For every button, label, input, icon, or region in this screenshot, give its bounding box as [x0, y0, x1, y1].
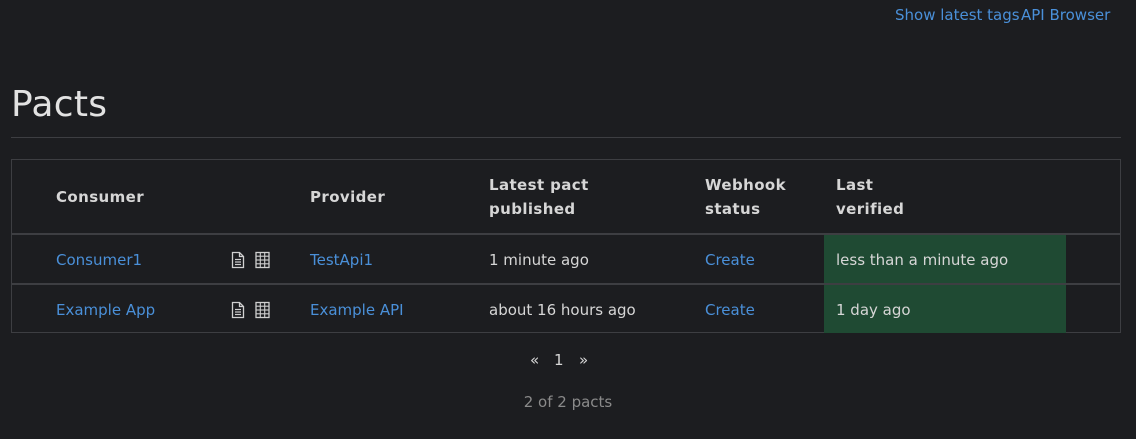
page: Show latest tags API Browser Pacts Consu… — [0, 0, 1136, 439]
provider-cell: Example API — [310, 285, 404, 333]
document-icon[interactable] — [231, 301, 245, 319]
next-page-button[interactable]: » — [579, 351, 588, 369]
webhook-cell: Create — [705, 235, 755, 283]
provider-link[interactable]: TestApi1 — [310, 251, 373, 269]
consumer-link[interactable]: Consumer1 — [56, 251, 142, 269]
last-verified-text: less than a minute ago — [836, 251, 1009, 269]
document-icon[interactable] — [231, 251, 245, 269]
page-1-button[interactable]: 1 — [554, 351, 564, 369]
pacts-table: Consumer Provider Latest pact published … — [11, 159, 1121, 333]
last-verified-text: 1 day ago — [836, 301, 911, 319]
header-provider[interactable]: Provider — [310, 185, 385, 209]
latest-pact-cell: about 16 hours ago — [489, 301, 636, 319]
table-row: Consumer1 TestApi1 1 minute ago Create l… — [12, 235, 1120, 283]
header-webhook-line1: Webhook — [705, 176, 786, 194]
header-consumer[interactable]: Consumer — [56, 185, 144, 209]
consumer-cell: Example App — [56, 285, 155, 333]
pact-count: 2 of 2 pacts — [523, 393, 613, 411]
last-verified-cell: less than a minute ago — [824, 235, 1066, 283]
header-verified-line2: verified — [836, 200, 905, 218]
webhook-cell: Create — [705, 285, 755, 333]
api-browser-link[interactable]: API Browser — [1021, 6, 1110, 24]
pagination: « 1 » — [0, 351, 1136, 375]
create-webhook-link[interactable]: Create — [705, 301, 755, 319]
previous-page-button[interactable]: « — [530, 351, 539, 369]
create-webhook-link[interactable]: Create — [705, 251, 755, 269]
matrix-icon[interactable] — [255, 301, 270, 319]
page-title: Pacts — [11, 84, 108, 125]
header-webhook-status[interactable]: Webhook status — [705, 173, 786, 221]
matrix-icon[interactable] — [255, 251, 270, 269]
consumer-link[interactable]: Example App — [56, 301, 155, 319]
latest-pact-cell: 1 minute ago — [489, 251, 589, 269]
header-webhook-line2: status — [705, 200, 761, 218]
header-verified-line1: Last — [836, 176, 874, 194]
header-latest-pact[interactable]: Latest pact published — [489, 173, 589, 221]
table-row: Example App Example API about 16 hours a… — [12, 285, 1120, 333]
header-last-verified[interactable]: Last verified — [836, 173, 904, 221]
show-latest-tags-link[interactable]: Show latest tags — [895, 6, 1020, 24]
provider-cell: TestApi1 — [310, 235, 373, 283]
provider-link[interactable]: Example API — [310, 301, 404, 319]
title-divider — [11, 137, 1121, 138]
top-nav: Show latest tags API Browser — [0, 6, 1136, 26]
consumer-cell: Consumer1 — [56, 235, 142, 283]
last-verified-cell: 1 day ago — [824, 285, 1066, 333]
header-latest-pact-line1: Latest pact — [489, 176, 589, 194]
table-header: Consumer Provider Latest pact published … — [12, 160, 1120, 233]
header-latest-pact-line2: published — [489, 200, 576, 218]
